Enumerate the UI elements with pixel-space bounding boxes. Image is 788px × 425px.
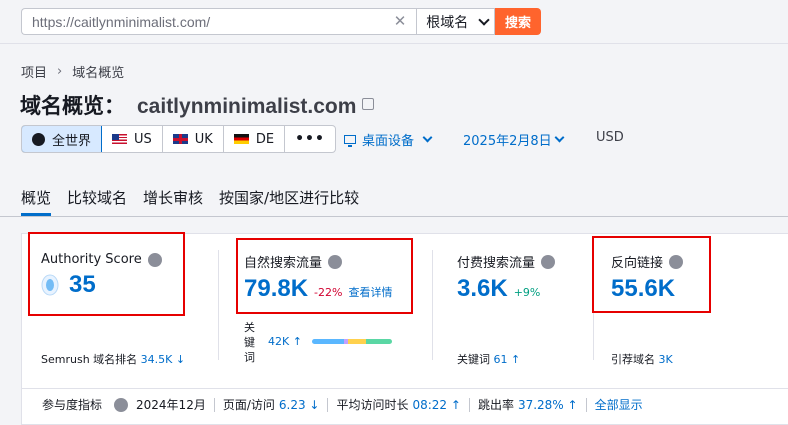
tab-growth-report[interactable]: 增长审核 — [143, 187, 203, 216]
globe-icon — [32, 132, 45, 146]
paid-traffic-metric: 付费搜索流量 3.6K +9% — [457, 252, 556, 303]
date-dropdown[interactable]: 2025年2月8日 — [463, 130, 565, 149]
separator — [327, 397, 329, 412]
referring-domains: 引荐域名 3K — [611, 351, 673, 367]
show-all-link[interactable]: 全部显示 — [595, 396, 643, 413]
scope-dropdown[interactable]: 根域名 — [416, 8, 496, 35]
organic-keywords-row: 42K ↑ — [268, 335, 392, 348]
engagement-metrics: 参与度指标 2024年12月 页面/访问 6.23 ↓ 平均访问时长 08:22… — [42, 396, 643, 413]
metric-divider — [432, 250, 433, 360]
tab-overview[interactable]: 概览 — [21, 187, 52, 216]
bar-segment — [311, 339, 344, 344]
chevron-down-icon — [422, 132, 433, 143]
bar-segment — [365, 339, 392, 344]
semrush-rank: Semrush 域名排名 34.5K ↓ — [41, 351, 185, 367]
pages-per-visit-value: 6.23 ↓ — [278, 397, 320, 412]
domain-search-input[interactable] — [21, 8, 417, 35]
bounce-rate-label: 跳出率 — [477, 398, 514, 412]
device-label: 桌面设备 — [362, 134, 415, 149]
region-selector: 全世界 US UK DE ••• — [21, 125, 336, 153]
breadcrumb: 项目 › 域名概览 — [21, 62, 124, 81]
currency-label: USD — [596, 130, 624, 145]
avg-visit-duration-value: 08:22 ↑ — [412, 397, 461, 412]
referring-domains-value[interactable]: 3K — [659, 353, 673, 366]
separator — [213, 397, 215, 412]
scope-label: 根域名 — [426, 14, 469, 31]
tab-compare-by-country[interactable]: 按国家/地区进行比较 — [219, 187, 359, 216]
flag-us-icon — [112, 134, 128, 144]
paid-traffic-label-text: 付费搜索流量 — [457, 256, 536, 271]
external-link-icon[interactable] — [362, 98, 375, 110]
region-more-button[interactable]: ••• — [285, 126, 335, 152]
region-us[interactable]: US — [102, 126, 163, 152]
engagement-month: 2024年12月 — [136, 398, 206, 412]
region-label: 全世界 — [52, 133, 92, 149]
bar-segment — [347, 339, 366, 344]
title-row: 域名概览： caitlynminimalist.com — [20, 90, 375, 120]
search-form: ✕ 根域名 搜索 — [21, 8, 541, 35]
organic-keywords-label: 关 键 词 — [244, 321, 255, 364]
breadcrumb-separator-icon: › — [57, 64, 63, 79]
overview-tabs: 概览 比较域名 增长审核 按国家/地区进行比较 — [21, 187, 359, 216]
chevron-down-icon — [478, 13, 490, 26]
engagement-divider — [22, 388, 788, 389]
pages-per-visit-label: 页面/访问 — [222, 398, 275, 412]
paid-keywords-label: 关键词 — [457, 353, 490, 366]
paid-traffic-label: 付费搜索流量 — [457, 252, 556, 271]
engagement-label: 参与度指标 — [42, 398, 103, 412]
paid-traffic-change: +9% — [513, 286, 541, 299]
separator — [468, 397, 470, 412]
region-filters: 全世界 US UK DE ••• — [21, 125, 336, 153]
organic-keywords-value[interactable]: 42K ↑ — [268, 335, 302, 348]
semrush-rank-value[interactable]: 34.5K ↓ — [141, 353, 185, 366]
clear-icon[interactable]: ✕ — [391, 12, 409, 30]
paid-keywords-value[interactable]: 61 ↑ — [494, 353, 521, 366]
page-title: 域名概览： — [20, 94, 125, 118]
date-label: 2025年2月8日 — [463, 134, 552, 149]
device-dropdown[interactable]: 桌面设备 — [344, 130, 433, 149]
monitor-icon — [344, 135, 356, 147]
region-worldwide[interactable]: 全世界 — [21, 126, 103, 152]
search-button[interactable]: 搜索 — [495, 8, 541, 35]
referring-domains-label: 引荐域名 — [611, 353, 655, 366]
region-label: US — [134, 131, 152, 147]
tabs-divider — [0, 216, 788, 217]
flag-uk-icon — [172, 134, 188, 144]
metric-divider — [218, 250, 219, 360]
breadcrumb-root[interactable]: 项目 — [21, 62, 47, 81]
info-icon[interactable] — [541, 254, 556, 269]
semrush-rank-label: Semrush 域名排名 — [41, 353, 138, 366]
region-uk[interactable]: UK — [163, 126, 224, 152]
region-de[interactable]: DE — [224, 126, 286, 152]
paid-traffic-value[interactable]: 3.6K — [457, 275, 508, 303]
paid-traffic-row: 3.6K +9% — [457, 275, 555, 303]
top-search-bar: ✕ 根域名 搜索 — [0, 0, 788, 44]
metrics-card: Authority Score 35 Semrush 域名排名 34.5K ↓ … — [21, 232, 788, 425]
highlight-box-organic — [236, 238, 413, 314]
paid-keywords: 关键词 61 ↑ — [457, 351, 520, 367]
keyword-distribution-bar — [311, 339, 392, 344]
flag-de-icon — [233, 134, 249, 144]
region-label: UK — [194, 131, 213, 147]
more-icon: ••• — [295, 131, 325, 147]
domain-name: caitlynminimalist.com — [137, 95, 357, 118]
avg-visit-duration-label: 平均访问时长 — [336, 398, 409, 412]
chevron-down-icon — [554, 132, 565, 143]
highlight-box-backlinks — [592, 236, 711, 313]
info-icon[interactable] — [114, 397, 129, 412]
region-label: DE — [255, 131, 275, 147]
highlight-box-authority — [28, 232, 185, 316]
breadcrumb-current: 域名概览 — [72, 66, 125, 81]
bounce-rate-value: 37.28% ↑ — [517, 397, 578, 412]
tab-compare-domains[interactable]: 比较域名 — [67, 187, 127, 216]
separator — [585, 397, 587, 412]
